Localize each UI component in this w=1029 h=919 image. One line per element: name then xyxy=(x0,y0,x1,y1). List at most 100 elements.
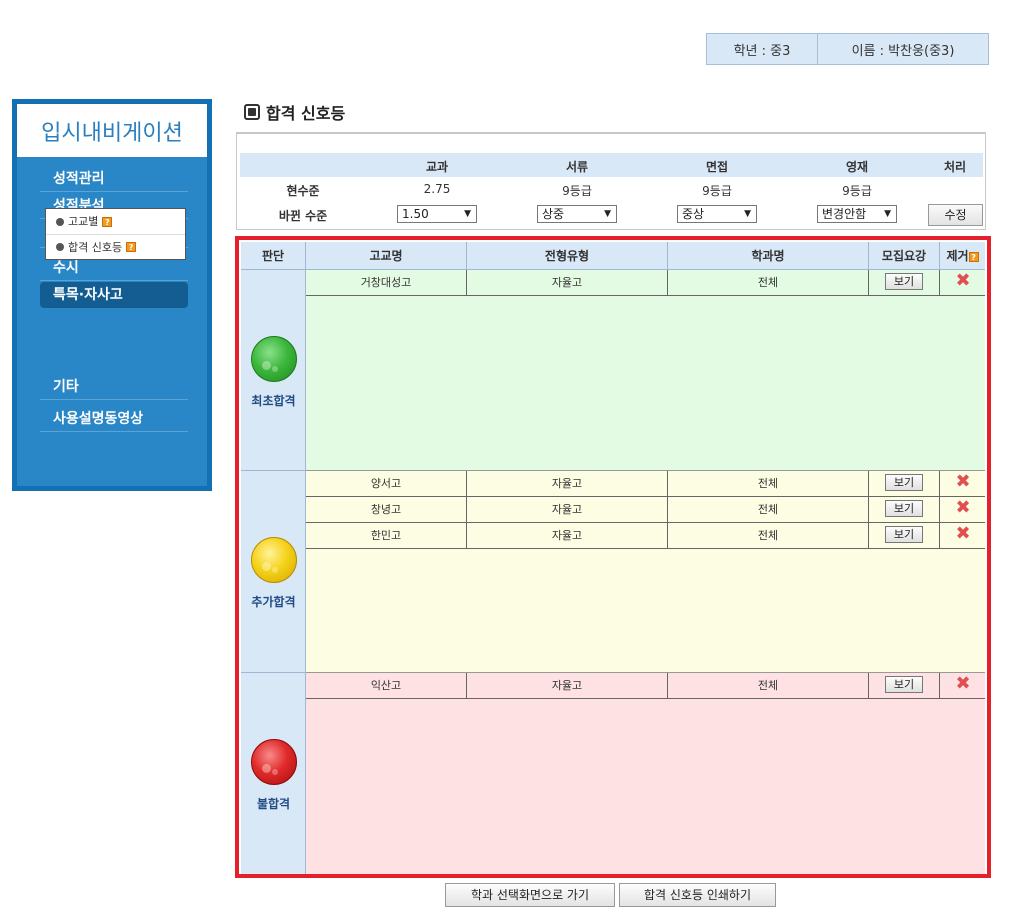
green-light-icon xyxy=(251,336,297,382)
group-label-cell-fail: 불합격 xyxy=(241,673,306,874)
view-button[interactable]: 보기 xyxy=(885,500,923,517)
cell-guide: 보기 xyxy=(869,523,940,548)
cell-school: 양서고 xyxy=(306,471,467,496)
current-document: 9등급 xyxy=(562,184,592,198)
header-dept: 학과명 xyxy=(668,242,869,270)
result-panel: 판단 고교명 전형유형 학과명 모집요강 제거? 최초합격 거창대성고 자율고 … xyxy=(235,236,991,878)
cell-dept: 전체 xyxy=(668,497,869,522)
apply-button[interactable]: 수정 xyxy=(928,204,983,226)
current-interview: 9등급 xyxy=(702,184,732,198)
page-title: 합격 신호등 xyxy=(244,100,345,124)
help-icon[interactable]: ? xyxy=(102,216,113,227)
user-name: 이름 : 박찬웅(중3) xyxy=(851,43,955,59)
zone-fail: 익산고 자율고 전체 보기 ✖ xyxy=(306,673,985,874)
submenu-label: 합격 신호등 xyxy=(68,240,123,254)
help-icon[interactable]: ? xyxy=(968,252,979,262)
result-header-row: 판단 고교명 전형유형 학과명 모집요강 제거? xyxy=(241,242,985,270)
user-info-box: 학년 : 중3 이름 : 박찬웅(중3) xyxy=(706,33,989,65)
table-row: 거창대성고 자율고 전체 보기 ✖ xyxy=(306,270,985,296)
document-select[interactable]: 상중 ▼ xyxy=(537,205,617,223)
subject-select[interactable]: 1.50 ▼ xyxy=(397,205,477,223)
zone-waitlist: 양서고 자율고 전체 보기 ✖ 창녕고 자율고 전체 보기 ✖ 한민고 자율고 … xyxy=(306,471,985,673)
bullet-icon xyxy=(56,217,64,226)
cell-dept: 전체 xyxy=(668,673,869,698)
cell-school: 거창대성고 xyxy=(306,270,467,295)
help-icon[interactable]: ? xyxy=(126,242,137,252)
cell-type: 자율고 xyxy=(467,497,668,522)
group-label-cell-pass: 최초합격 xyxy=(241,270,306,471)
group-label-cell-waitlist: 추가합격 xyxy=(241,471,306,673)
header-subject: 교과 xyxy=(425,160,449,174)
header-interview: 면접 xyxy=(705,160,729,174)
cell-school: 익산고 xyxy=(306,673,467,698)
current-level-label: 현수준 xyxy=(286,184,320,198)
table-row: 익산고 자율고 전체 보기 ✖ xyxy=(306,673,985,699)
remove-x-icon[interactable]: ✖ xyxy=(940,270,986,294)
remove-x-icon[interactable]: ✖ xyxy=(940,673,986,697)
cell-remove: ✖ xyxy=(940,523,985,548)
view-button[interactable]: 보기 xyxy=(885,526,923,543)
table-row: 창녕고 자율고 전체 보기 ✖ xyxy=(306,497,985,523)
cell-type: 자율고 xyxy=(467,270,668,295)
remove-x-icon[interactable]: ✖ xyxy=(940,523,986,547)
sidebar-item-etc[interactable]: 기타 xyxy=(40,374,188,400)
cell-school: 창녕고 xyxy=(306,497,467,522)
group-label-waitlist: 추가합격 xyxy=(251,595,296,609)
cell-type: 자율고 xyxy=(467,471,668,496)
cell-guide: 보기 xyxy=(869,673,940,698)
changed-level-label: 바뀐 수준 xyxy=(278,209,328,223)
cell-dept: 전체 xyxy=(668,270,869,295)
cell-dept: 전체 xyxy=(668,471,869,496)
remove-x-icon[interactable]: ✖ xyxy=(940,471,986,495)
cell-school: 한민고 xyxy=(306,523,467,548)
zone-pass: 거창대성고 자율고 전체 보기 ✖ xyxy=(306,270,985,471)
interview-select[interactable]: 중상 ▼ xyxy=(677,205,757,223)
current-gifted: 9등급 xyxy=(842,184,872,198)
cell-guide: 보기 xyxy=(869,471,940,496)
gifted-select[interactable]: 변경안함 ▼ xyxy=(817,205,897,223)
sidebar: 입시내비게이션 성적관리 성적분석 정시 수시 특목·자사고 기타 사용설명동영… xyxy=(12,99,212,491)
dropdown-arrow-icon: ▼ xyxy=(884,209,891,219)
header-action: 처리 xyxy=(943,160,967,174)
remove-x-icon[interactable]: ✖ xyxy=(940,497,986,521)
back-to-dept-selection-button[interactable]: 학과 선택화면으로 가기 xyxy=(445,883,615,907)
cell-type: 자율고 xyxy=(467,673,668,698)
yellow-light-icon xyxy=(251,537,297,583)
submenu-label: 고교별 xyxy=(68,215,99,228)
view-button[interactable]: 보기 xyxy=(885,273,923,290)
header-document: 서류 xyxy=(565,160,589,174)
title-square-icon xyxy=(244,104,260,120)
sidebar-title: 입시내비게이션 xyxy=(17,104,207,157)
cell-guide: 보기 xyxy=(869,497,940,522)
cell-remove: ✖ xyxy=(940,471,985,496)
header-guide: 모집요강 xyxy=(869,242,940,270)
cell-guide: 보기 xyxy=(869,270,940,295)
sidebar-item-score-management[interactable]: 성적관리 xyxy=(40,166,188,192)
submenu-item-traffic-light[interactable]: 합격 신호등 ? xyxy=(46,234,185,259)
table-row: 한민고 자율고 전체 보기 ✖ xyxy=(306,523,985,549)
table-row: 양서고 자율고 전체 보기 ✖ xyxy=(306,471,985,497)
header-type: 전형유형 xyxy=(467,242,668,270)
dropdown-arrow-icon: ▼ xyxy=(464,209,471,219)
sidebar-submenu: 고교별 ? 합격 신호등 ? xyxy=(45,208,186,260)
current-subject: 2.75 xyxy=(423,182,451,196)
user-grade: 학년 : 중3 xyxy=(707,34,818,64)
group-label-fail: 불합격 xyxy=(256,797,291,811)
bullet-icon xyxy=(56,243,64,251)
submenu-item-by-school[interactable]: 고교별 ? xyxy=(46,209,185,234)
view-button[interactable]: 보기 xyxy=(885,676,923,693)
cell-remove: ✖ xyxy=(940,270,985,295)
header-judgment: 판단 xyxy=(241,242,306,270)
group-label-pass: 최초합격 xyxy=(251,394,296,408)
sidebar-item-special-school[interactable]: 특목·자사고 xyxy=(40,282,188,308)
page-title-text: 합격 신호등 xyxy=(266,104,346,123)
cell-type: 자율고 xyxy=(467,523,668,548)
sidebar-item-video[interactable]: 사용설명동영상 xyxy=(40,406,188,432)
cell-remove: ✖ xyxy=(940,673,985,698)
cell-dept: 전체 xyxy=(668,523,869,548)
dropdown-arrow-icon: ▼ xyxy=(604,209,611,219)
print-traffic-light-button[interactable]: 합격 신호등 인쇄하기 xyxy=(619,883,776,907)
header-remove: 제거? xyxy=(940,242,985,270)
view-button[interactable]: 보기 xyxy=(885,474,923,491)
dropdown-arrow-icon: ▼ xyxy=(744,209,751,219)
